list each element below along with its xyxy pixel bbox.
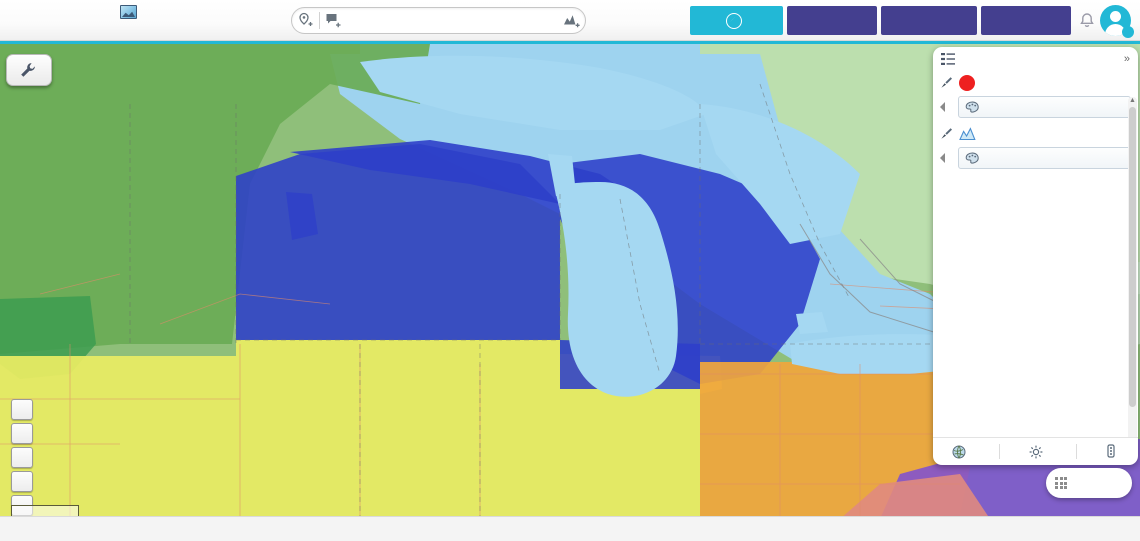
add-territories-button[interactable] [981, 6, 1071, 35]
collapse-right-icon[interactable]: » [1124, 53, 1130, 65]
globe-icon [952, 445, 965, 458]
add-pin-icon[interactable] [292, 8, 319, 33]
wrench-icon [21, 63, 35, 77]
app-footer [0, 516, 1140, 541]
zoom-in-button[interactable] [11, 471, 33, 492]
sun-icon [1029, 445, 1042, 458]
map-thumbnail-icon [120, 5, 137, 19]
legend-header: » [933, 47, 1138, 71]
zoom-to-area-button[interactable] [11, 399, 33, 420]
legend-panel: » ▲ [933, 47, 1138, 465]
traffic-light-icon [1106, 444, 1115, 458]
app-header [0, 0, 1140, 41]
palette-icon [965, 151, 979, 164]
pan-button[interactable] [11, 447, 33, 468]
search-input[interactable] [347, 9, 558, 32]
legend-list-icon [941, 53, 955, 65]
sales-theme-select[interactable] [958, 96, 1131, 118]
traffic-button[interactable] [1106, 444, 1120, 459]
map-zoom-controls [11, 399, 33, 516]
map-title-block [120, 4, 142, 19]
territory-colors-select[interactable] [958, 147, 1131, 169]
address-search-bar [291, 7, 586, 34]
legend-content[interactable]: ▲ ▼ [933, 71, 1138, 437]
table-toggle-button[interactable] [1046, 468, 1132, 498]
scroll-up-icon[interactable]: ▲ [1129, 97, 1136, 104]
avatar-caret-icon[interactable] [1122, 26, 1134, 38]
weather-button[interactable] [1029, 445, 1047, 459]
explore-button[interactable] [690, 6, 783, 35]
map-tools-button[interactable] [6, 54, 52, 86]
grid-icon [1055, 477, 1067, 489]
legend-scroll-thumb[interactable] [1129, 107, 1136, 407]
add-shape-icon[interactable] [320, 8, 347, 33]
legend-footer [933, 437, 1138, 465]
map-scale-bar [11, 505, 79, 516]
add-maps-button[interactable] [787, 6, 877, 35]
basemap-button[interactable] [952, 445, 970, 459]
legend-layer-territory-alignment[interactable] [940, 122, 1131, 145]
add-routes-button[interactable] [881, 6, 977, 35]
reset-north-button[interactable] [11, 423, 33, 444]
footer-divider [1075, 444, 1077, 459]
notification-bell-icon[interactable] [1079, 12, 1095, 29]
legend-layer-sample[interactable] [940, 71, 1131, 94]
footer-divider [998, 444, 1000, 459]
territory-expand-triangle[interactable] [940, 153, 945, 163]
palette-icon [965, 100, 979, 113]
compass-icon [725, 12, 742, 29]
brush-icon [941, 77, 952, 88]
brush-icon [941, 128, 952, 139]
sample-symbol-icon [959, 74, 975, 91]
sales-expand-triangle[interactable] [940, 102, 945, 112]
area-chart-icon [959, 126, 976, 140]
add-chart-icon[interactable] [558, 8, 585, 33]
legend-scrollbar[interactable]: ▲ ▼ [1128, 97, 1137, 437]
